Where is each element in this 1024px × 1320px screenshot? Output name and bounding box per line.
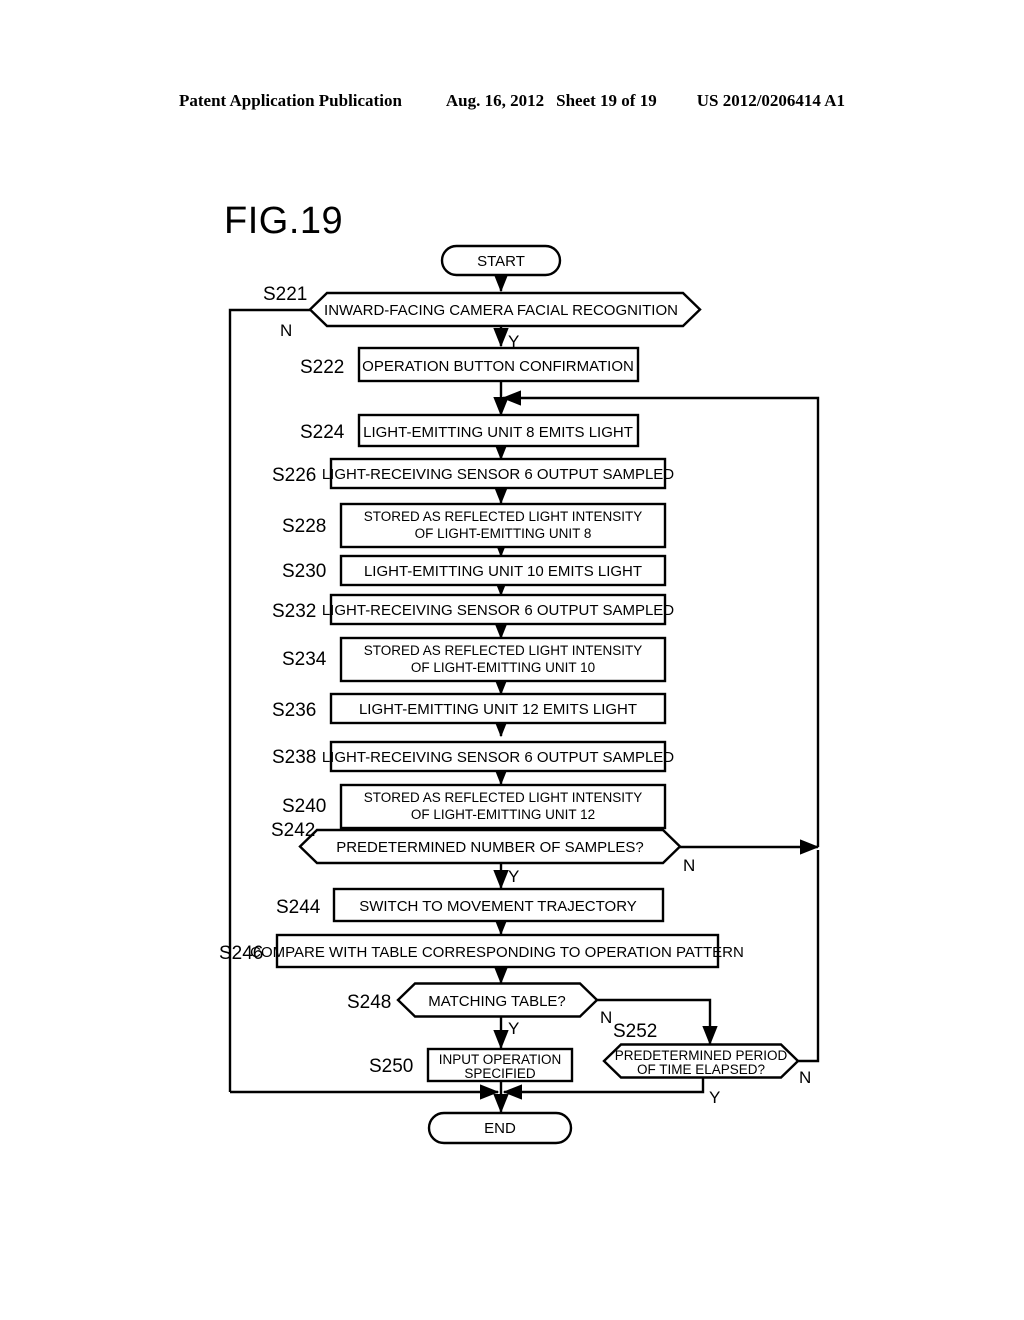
s222-step-id: S222 [300, 357, 344, 378]
s240-step-id: S240 [282, 796, 326, 817]
s230-text: LIGHT-EMITTING UNIT 10 EMITS LIGHT [364, 563, 642, 580]
node-s246[interactable]: COMPARE WITH TABLE CORRESPONDING TO OPER… [250, 933, 744, 969]
s238-step-id: S238 [272, 747, 316, 768]
s234-text-line1: STORED AS REFLECTED LIGHT INTENSITY [364, 643, 643, 658]
node-start[interactable]: START [440, 244, 562, 277]
s224-step-id: S224 [300, 422, 345, 443]
node-s226[interactable]: LIGHT-RECEIVING SENSOR 6 OUTPUT SAMPLED [322, 457, 674, 490]
s234-text-line2: OF LIGHT-EMITTING UNIT 10 [411, 660, 595, 675]
node-s232[interactable]: LIGHT-RECEIVING SENSOR 6 OUTPUT SAMPLED [322, 593, 674, 626]
s242-yes-label: Y [508, 867, 519, 886]
node-s222[interactable]: OPERATION BUTTON CONFIRMATION [357, 346, 640, 383]
node-s250[interactable]: INPUT OPERATION SPECIFIED [426, 1047, 574, 1083]
s240-text-line1: STORED AS REFLECTED LIGHT INTENSITY [364, 790, 643, 805]
node-s236[interactable]: LIGHT-EMITTING UNIT 12 EMITS LIGHT [329, 692, 667, 725]
s250-text-line2: SPECIFIED [464, 1066, 536, 1081]
s248-text: MATCHING TABLE? [428, 993, 566, 1010]
s236-step-id: S236 [272, 700, 316, 721]
s221-no-label: N [280, 321, 292, 340]
end-label: END [484, 1120, 516, 1137]
s230-step-id: S230 [282, 561, 326, 582]
s232-text: LIGHT-RECEIVING SENSOR 6 OUTPUT SAMPLED [322, 602, 674, 619]
node-s238[interactable]: LIGHT-RECEIVING SENSOR 6 OUTPUT SAMPLED [322, 740, 674, 773]
s221-text: INWARD-FACING CAMERA FACIAL RECOGNITION [324, 302, 678, 319]
node-s228[interactable]: STORED AS REFLECTED LIGHT INTENSITY OF L… [339, 502, 667, 549]
s242-step-id: S242 [271, 820, 315, 841]
node-s248[interactable]: MATCHING TABLE? [396, 982, 599, 1018]
s234-step-id: S234 [282, 649, 327, 670]
node-s221[interactable]: INWARD-FACING CAMERA FACIAL RECOGNITION [308, 291, 702, 328]
s252-step-id: S252 [613, 1021, 657, 1042]
s226-text: LIGHT-RECEIVING SENSOR 6 OUTPUT SAMPLED [322, 466, 674, 483]
s226-step-id: S226 [272, 465, 316, 486]
s252-no-label: N [799, 1068, 811, 1087]
start-label: START [477, 253, 525, 270]
s238-text: LIGHT-RECEIVING SENSOR 6 OUTPUT SAMPLED [322, 749, 674, 766]
node-s252[interactable]: PREDETERMINED PERIOD OF TIME ELAPSED? [602, 1043, 800, 1079]
s221-step-id: S221 [263, 284, 307, 305]
s222-text: OPERATION BUTTON CONFIRMATION [362, 358, 634, 375]
node-s224[interactable]: LIGHT-EMITTING UNIT 8 EMITS LIGHT [357, 413, 640, 448]
s242-text: PREDETERMINED NUMBER OF SAMPLES? [336, 839, 644, 856]
s228-text-line1: STORED AS REFLECTED LIGHT INTENSITY [364, 509, 643, 524]
s250-step-id: S250 [369, 1056, 413, 1077]
s252-text-line2: OF TIME ELAPSED? [637, 1062, 765, 1077]
s240-text-line2: OF LIGHT-EMITTING UNIT 12 [411, 807, 595, 822]
s228-step-id: S228 [282, 516, 326, 537]
node-s242[interactable]: PREDETERMINED NUMBER OF SAMPLES? [298, 828, 682, 865]
s246-step-id: S246 [219, 943, 263, 964]
s242-no-label: N [683, 856, 695, 875]
s248-step-id: S248 [347, 992, 391, 1013]
node-s230[interactable]: LIGHT-EMITTING UNIT 10 EMITS LIGHT [339, 554, 667, 587]
flowchart: START INWARD-FACING CAMERA FACIAL RECOGN… [0, 0, 1024, 1320]
s228-text-line2: OF LIGHT-EMITTING UNIT 8 [415, 526, 592, 541]
s248-yes-label: Y [508, 1019, 519, 1038]
s246-text: COMPARE WITH TABLE CORRESPONDING TO OPER… [250, 944, 744, 961]
s244-step-id: S244 [276, 897, 321, 918]
node-end[interactable]: END [427, 1111, 573, 1145]
node-s240[interactable]: STORED AS REFLECTED LIGHT INTENSITY OF L… [339, 783, 667, 830]
node-s234[interactable]: STORED AS REFLECTED LIGHT INTENSITY OF L… [339, 636, 667, 683]
conn-s252-no-to-right-rail [798, 850, 820, 1063]
s248-no-label: N [600, 1008, 612, 1027]
s252-text-line1: PREDETERMINED PERIOD [615, 1048, 788, 1063]
s250-text-line1: INPUT OPERATION [439, 1052, 562, 1067]
s224-text: LIGHT-EMITTING UNIT 8 EMITS LIGHT [363, 424, 633, 441]
s232-step-id: S232 [272, 601, 316, 622]
s236-text: LIGHT-EMITTING UNIT 12 EMITS LIGHT [359, 701, 637, 718]
s252-yes-label: Y [709, 1088, 720, 1107]
node-s244[interactable]: SWITCH TO MOVEMENT TRAJECTORY [332, 887, 665, 923]
s244-text: SWITCH TO MOVEMENT TRAJECTORY [359, 898, 637, 915]
